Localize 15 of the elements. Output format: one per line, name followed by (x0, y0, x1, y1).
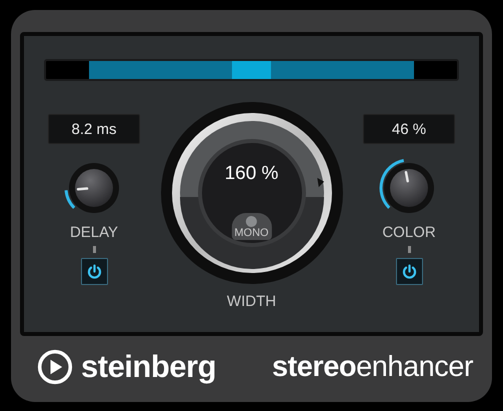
power-button[interactable] (80, 258, 108, 285)
brand-name: steinberg (81, 349, 216, 385)
mono-button[interactable]: MONO (231, 213, 272, 240)
value-display: 46 % (363, 114, 455, 144)
power-icon (400, 263, 418, 280)
knob-label: COLOR (382, 224, 436, 241)
play-logo-icon (37, 349, 73, 385)
value-display: 160 % (224, 163, 278, 185)
value-display: 8.2 ms (48, 114, 140, 144)
knob-label: WIDTH (226, 293, 276, 310)
power-icon (86, 263, 102, 280)
product-name: stereoenhancer (272, 350, 473, 384)
knob-label: DELAY (70, 224, 118, 241)
power-button[interactable] (396, 258, 422, 285)
width-knob[interactable] (160, 101, 344, 285)
